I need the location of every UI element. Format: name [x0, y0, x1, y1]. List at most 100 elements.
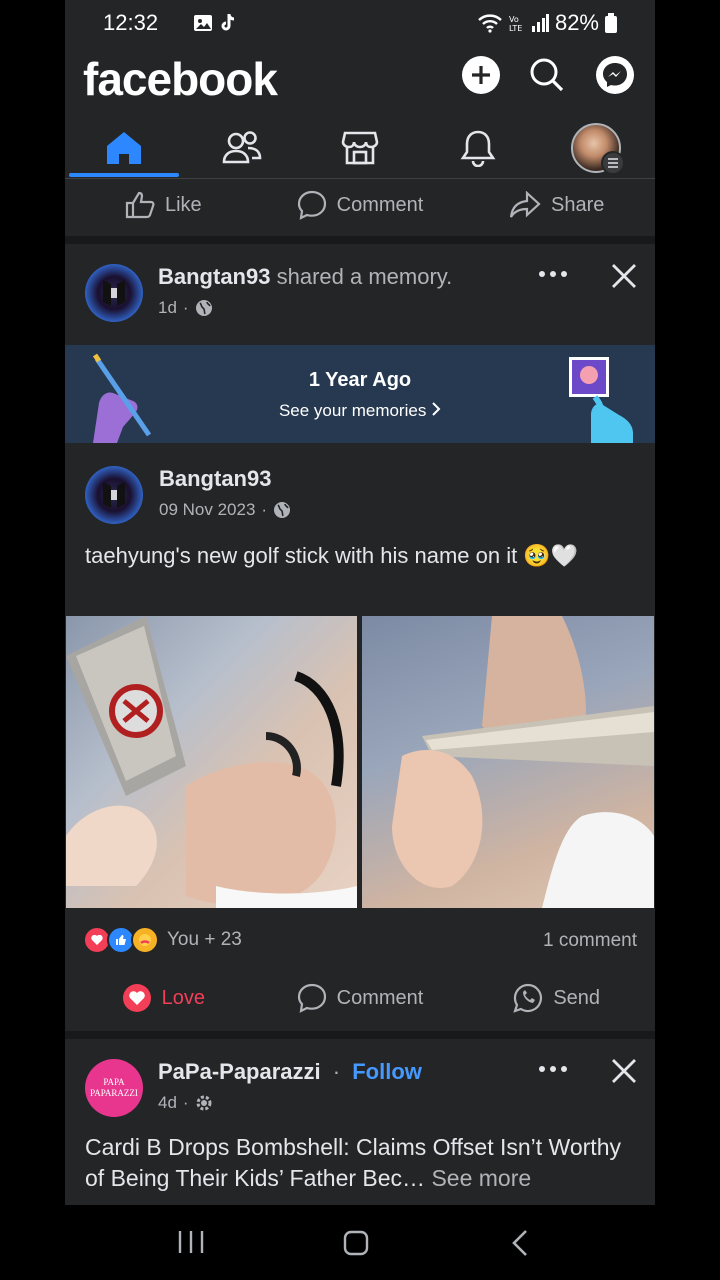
- meta-separator: ·: [182, 1093, 189, 1112]
- facebook-app: 12:32 Vo LTE 82% facebook Like Comment S…: [65, 0, 655, 1205]
- status-bar: 12:32 Vo LTE 82%: [65, 0, 655, 48]
- see-more-link[interactable]: See more: [431, 1165, 531, 1191]
- signal-icon: [531, 14, 549, 32]
- hand-photo-illustration-icon: [569, 357, 633, 443]
- friends-icon: [222, 131, 262, 164]
- post-text: taehyung's new golf stick with his name …: [85, 543, 579, 568]
- send-button[interactable]: Send: [458, 983, 655, 1013]
- tab-marketplace[interactable]: [301, 118, 419, 178]
- home-icon: [107, 132, 141, 164]
- hide-post-button[interactable]: [609, 261, 639, 291]
- care-reaction-icon: [131, 926, 159, 954]
- close-icon: [612, 1059, 636, 1083]
- battery-percent: 82%: [554, 10, 599, 35]
- page-avatar[interactable]: PAPA PAPARAZZI: [85, 1059, 143, 1117]
- shared-memory-text: shared a memory.: [276, 264, 453, 289]
- send-label: Send: [553, 986, 601, 1009]
- menu-badge-icon: [601, 151, 625, 175]
- share-button[interactable]: Share: [458, 191, 655, 219]
- messenger-button[interactable]: [596, 56, 634, 94]
- page-post-body: Cardi B Drops Bombshell: Claims Offset I…: [85, 1134, 621, 1191]
- wifi-icon: [478, 14, 502, 33]
- chevron-right-icon: [432, 402, 441, 416]
- memory-post-actions: Love Comment Send: [65, 971, 655, 1025]
- svg-text:LTE: LTE: [509, 24, 522, 33]
- reaction-count: You + 23: [167, 929, 242, 950]
- tab-home[interactable]: [65, 118, 183, 178]
- comment-button[interactable]: Comment: [262, 983, 459, 1013]
- tiktok-icon: [221, 14, 235, 31]
- notifications-icon: [460, 130, 496, 167]
- more-icon: [539, 1066, 567, 1072]
- love-icon: [122, 984, 151, 1012]
- like-button[interactable]: Like: [65, 191, 262, 219]
- comment-button[interactable]: Comment: [262, 190, 459, 220]
- like-icon: [125, 191, 155, 219]
- meta-separator: ·: [261, 500, 268, 519]
- svg-text:Vo: Vo: [509, 15, 519, 24]
- page-name[interactable]: PaPa-Paparazzi: [158, 1059, 321, 1084]
- post-divider: [65, 1031, 655, 1039]
- tab-friends[interactable]: [183, 118, 301, 178]
- page-post-meta: 4d ·: [158, 1093, 213, 1113]
- share-icon: [509, 191, 541, 218]
- original-post-date: 09 Nov 2023: [159, 500, 256, 519]
- create-button[interactable]: [462, 56, 500, 94]
- back-button[interactable]: [510, 1229, 538, 1259]
- post-photo-1[interactable]: [66, 616, 357, 908]
- reaction-summary[interactable]: You + 23: [83, 926, 242, 954]
- recents-icon: [178, 1231, 204, 1253]
- golf-putter-photo-icon: [392, 616, 654, 908]
- love-button[interactable]: Love: [65, 983, 262, 1013]
- hide-post-button[interactable]: [609, 1056, 639, 1086]
- volte-icon: VoLTE: [509, 15, 522, 33]
- post-photo-2[interactable]: [362, 616, 654, 908]
- post-meta: 1d ·: [158, 298, 213, 318]
- globe-icon: [195, 300, 212, 316]
- page-post-text: Cardi B Drops Bombshell: Claims Offset I…: [85, 1132, 645, 1194]
- golf-putter-photo-icon: [66, 616, 357, 908]
- see-memories-label: See your memories: [278, 401, 427, 420]
- globe-icon: [274, 502, 291, 518]
- page-post-header: PaPa-Paparazzi · Follow: [158, 1059, 422, 1085]
- more-icon: [539, 271, 567, 277]
- original-post-meta: 09 Nov 2023 ·: [159, 500, 291, 520]
- home-button[interactable]: [342, 1229, 374, 1259]
- search-button[interactable]: [528, 56, 566, 94]
- nav-active-indicator: [69, 173, 179, 177]
- status-time: 12:32: [103, 10, 159, 35]
- follow-button[interactable]: Follow: [352, 1059, 422, 1084]
- tab-profile[interactable]: [537, 118, 655, 178]
- comment-label: Comment: [336, 193, 424, 216]
- system-navigation-bar: [0, 1205, 720, 1280]
- page-post-time: 4d: [158, 1093, 177, 1112]
- gallery-icon: [194, 15, 212, 31]
- home-outline-icon: [343, 1230, 369, 1256]
- status-notification-icons: [193, 10, 237, 36]
- settings-gear-icon: [196, 1095, 212, 1111]
- comment-label: Comment: [336, 986, 424, 1009]
- page-avatar-text: PAPA PAPARAZZI: [90, 1077, 138, 1098]
- search-icon: [530, 58, 564, 92]
- more-options-button[interactable]: [537, 262, 569, 286]
- memory-post-header: Bangtan93 shared a memory.: [158, 264, 452, 290]
- original-author-avatar[interactable]: [85, 466, 143, 524]
- more-options-button[interactable]: [537, 1057, 569, 1081]
- author-avatar[interactable]: [85, 264, 143, 322]
- bts-logo-icon: [103, 482, 125, 508]
- original-author-name[interactable]: Bangtan93: [159, 466, 271, 492]
- messenger-icon: [603, 63, 627, 87]
- back-chevron-icon: [512, 1230, 527, 1256]
- tab-notifications[interactable]: [419, 118, 537, 178]
- facebook-logo: facebook: [83, 53, 278, 105]
- post-divider: [65, 236, 655, 244]
- close-icon: [612, 264, 636, 288]
- marketplace-icon: [341, 131, 379, 165]
- comment-count[interactable]: 1 comment: [543, 930, 637, 952]
- header-separator: ·: [332, 1059, 341, 1084]
- share-label: Share: [550, 193, 605, 216]
- recents-button[interactable]: [176, 1229, 210, 1257]
- author-name[interactable]: Bangtan93: [158, 264, 270, 289]
- memories-banner[interactable]: 1 Year Ago See your memories: [65, 345, 655, 443]
- meta-separator: ·: [182, 298, 189, 317]
